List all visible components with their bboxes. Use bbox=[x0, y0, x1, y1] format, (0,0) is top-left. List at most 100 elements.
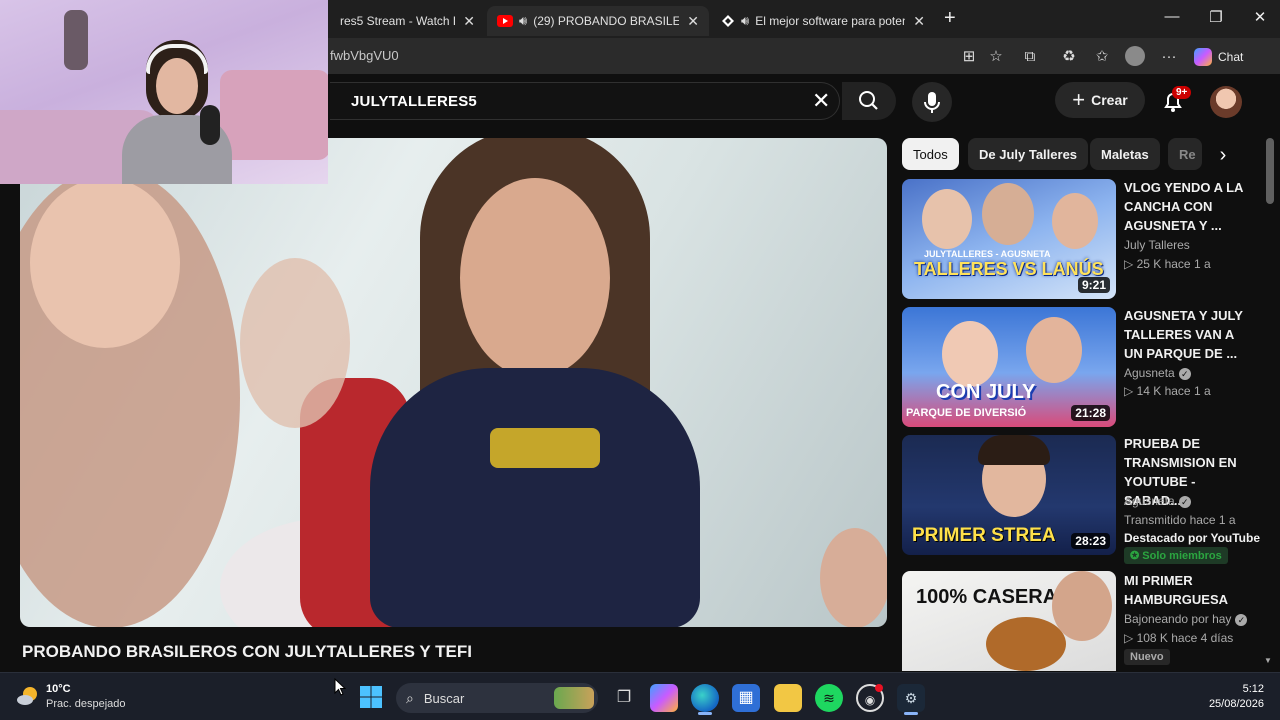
tab-label: res5 Stream - Watch Live o bbox=[340, 14, 455, 28]
close-icon[interactable]: ✕ bbox=[687, 13, 699, 30]
windows-logo-icon bbox=[360, 686, 382, 708]
file-explorer-icon[interactable] bbox=[774, 684, 802, 712]
browser-tab-stream[interactable]: res5 Stream - Watch Live o ✕ bbox=[330, 6, 485, 36]
thumb-burger bbox=[986, 617, 1066, 671]
steam-icon[interactable]: ⚙ bbox=[897, 684, 925, 712]
clear-search-icon[interactable]: ✕ bbox=[812, 88, 830, 114]
rec-channel[interactable]: Bajoneando por hay ✓ bbox=[1124, 610, 1248, 628]
speaker-icon[interactable]: 🔊︎ bbox=[741, 13, 749, 29]
duration-badge: 28:23 bbox=[1071, 533, 1110, 549]
new-badge: Nuevo bbox=[1124, 649, 1170, 665]
video-frame-hand-left bbox=[240, 258, 350, 428]
webcam-overlay bbox=[0, 0, 328, 184]
scroll-down-arrow-icon[interactable]: ▼ bbox=[1264, 656, 1272, 665]
search-icon bbox=[859, 91, 878, 110]
chip-todos[interactable]: Todos bbox=[902, 138, 959, 170]
close-icon[interactable]: ✕ bbox=[463, 13, 475, 30]
extensions-icon[interactable]: ⧉ bbox=[1016, 44, 1044, 70]
task-view-icon[interactable]: ❐ bbox=[610, 684, 638, 712]
rec-channel[interactable]: Agusneta ✓ bbox=[1124, 364, 1191, 382]
app-available-icon[interactable]: ⊞ bbox=[955, 44, 983, 70]
plus-icon: + bbox=[1072, 87, 1086, 112]
thumb-text: TALLERES VS LANÚS bbox=[914, 259, 1104, 279]
more-menu-icon[interactable]: ··· bbox=[1155, 44, 1183, 70]
create-button[interactable]: + Crear bbox=[1055, 82, 1145, 118]
start-button[interactable] bbox=[358, 684, 384, 710]
rec-title[interactable]: MI PRIMER HAMBURGUESA bbox=[1124, 571, 1254, 609]
account-avatar[interactable] bbox=[1210, 86, 1242, 118]
copilot-app-icon[interactable] bbox=[650, 684, 678, 712]
weather-description: Prac. despejado bbox=[46, 698, 126, 710]
taskbar-search[interactable]: ⌕ Buscar bbox=[396, 683, 598, 713]
rec-title[interactable]: AGUSNETA Y JULY TALLERES VAN A UN PARQUE… bbox=[1124, 306, 1254, 363]
rec-channel[interactable]: July Talleres bbox=[1124, 236, 1190, 254]
rec-channel[interactable]: Agusneta ✓ bbox=[1124, 492, 1191, 510]
browser-tab-software[interactable]: 🔊︎ El mejor software para poten ✕ bbox=[711, 6, 935, 36]
rec-thumbnail[interactable]: PRIMER STREA 28:23 bbox=[902, 435, 1116, 555]
video-frame-hand-right bbox=[820, 528, 887, 627]
copilot-icon bbox=[1194, 48, 1212, 66]
chip-de-july-talleres[interactable]: De July Talleres bbox=[968, 138, 1089, 170]
recording-dot-icon bbox=[875, 684, 883, 692]
rec-channel-name: Agusneta bbox=[1124, 366, 1175, 380]
active-app-indicator bbox=[904, 712, 918, 715]
youtube-icon bbox=[497, 15, 513, 27]
thumb-person bbox=[1052, 193, 1098, 249]
minimize-icon[interactable]: — bbox=[1152, 8, 1192, 25]
chip-maletas[interactable]: Maletas bbox=[1090, 138, 1160, 170]
rec-channel-name: Agusneta bbox=[1124, 494, 1175, 508]
rec-stats: Transmitido hace 1 a bbox=[1124, 513, 1236, 527]
profile-icon[interactable] bbox=[1125, 46, 1145, 66]
members-only-badge: ✪ Solo miembros bbox=[1124, 547, 1228, 564]
url-field[interactable]: fwbVbgVU0 bbox=[330, 48, 399, 63]
tab-label: (29) PROBANDO BRASILEROS bbox=[533, 14, 680, 28]
browser-essentials-icon[interactable]: ♻ bbox=[1055, 44, 1083, 70]
video-frame-jersey-logo bbox=[490, 428, 600, 468]
browser-tab-youtube[interactable]: 🔊︎ (29) PROBANDO BRASILEROS ✕ bbox=[487, 6, 709, 36]
favorites-icon[interactable]: ✩ bbox=[1088, 44, 1116, 70]
clock-date[interactable]: 25/08/2026 bbox=[1200, 698, 1264, 710]
thumb-person bbox=[942, 321, 998, 387]
restore-icon[interactable]: ❐ bbox=[1196, 8, 1236, 26]
clock-time[interactable]: 5:12 bbox=[1230, 683, 1264, 695]
weather-widget[interactable] bbox=[16, 684, 40, 708]
sun-cloud-icon bbox=[17, 687, 37, 705]
verified-check-icon: ✓ bbox=[1178, 368, 1191, 380]
rec-thumbnail[interactable]: JULYTALLERES - AGUSNETA TALLERES VS LANÚ… bbox=[902, 179, 1116, 299]
microsoft-store-icon[interactable]: ▦ bbox=[732, 684, 760, 712]
video-player[interactable] bbox=[20, 138, 887, 627]
members-star-icon: ✪ bbox=[1130, 550, 1143, 562]
close-icon[interactable]: ✕ bbox=[913, 13, 925, 30]
video-frame-face-left bbox=[30, 178, 180, 348]
mouse-cursor-icon bbox=[334, 678, 346, 696]
spotify-icon[interactable]: ≋ bbox=[815, 684, 843, 712]
copilot-chat-button[interactable]: Chat bbox=[1194, 46, 1256, 68]
thumb-text: PRIMER STREA bbox=[912, 525, 1056, 546]
new-tab-button[interactable]: + bbox=[944, 7, 956, 30]
tab-label: El mejor software para poten bbox=[755, 14, 906, 28]
webcam-pillow bbox=[220, 70, 328, 160]
taskbar bbox=[0, 672, 1280, 720]
rec-title[interactable]: VLOG YENDO A LA CANCHA CON AGUSNETA Y ..… bbox=[1124, 178, 1254, 235]
rec-stats: ▷ 14 K hace 1 a bbox=[1124, 384, 1211, 398]
featured-label: Destacado por YouTube bbox=[1124, 531, 1261, 545]
thumb-person bbox=[1026, 317, 1082, 383]
taskbar-search-placeholder: Buscar bbox=[423, 690, 465, 706]
speaker-icon[interactable]: 🔊︎ bbox=[519, 13, 527, 29]
duration-badge: 21:28 bbox=[1071, 405, 1110, 421]
rec-thumbnail[interactable]: 100% CASERA bbox=[902, 571, 1116, 671]
search-input[interactable]: JULYTALLERES5 bbox=[351, 93, 477, 110]
chevron-right-icon[interactable]: › bbox=[1208, 140, 1238, 170]
edge-browser-icon[interactable] bbox=[691, 684, 719, 712]
search-button[interactable] bbox=[842, 82, 896, 120]
thumb-person bbox=[1052, 571, 1112, 641]
favorite-star-icon[interactable]: ☆ bbox=[982, 44, 1010, 70]
chip-more[interactable]: Re bbox=[1168, 138, 1202, 170]
scrollbar-thumb[interactable] bbox=[1266, 138, 1274, 204]
window-close-icon[interactable]: ✕ bbox=[1240, 8, 1280, 26]
thumb-text: 100% CASERA bbox=[916, 586, 1058, 608]
rec-thumbnail[interactable]: CON JULY PARQUE DE DIVERSIÓ 21:28 bbox=[902, 307, 1116, 427]
voice-search-button[interactable] bbox=[912, 82, 952, 122]
search-highlight-image bbox=[554, 687, 594, 709]
webcam-wall-decoration bbox=[64, 10, 88, 70]
